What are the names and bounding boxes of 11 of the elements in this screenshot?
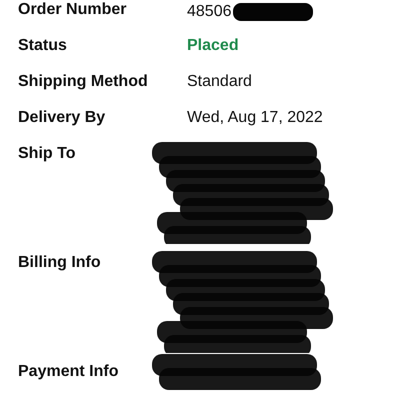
detail-value: Placed <box>187 36 239 56</box>
detail-label: Order Number <box>18 0 126 20</box>
detail-label: Delivery By <box>18 108 106 128</box>
detail-label: Status <box>18 36 67 56</box>
detail-label: Billing Info <box>18 252 101 273</box>
detail-label: Shipping Method <box>18 72 148 92</box>
detail-value: Standard <box>187 72 252 92</box>
detail-value: Wed, Aug 17, 2022 <box>187 108 323 128</box>
detail-label: Ship To <box>18 144 76 164</box>
detail-label: Payment Info <box>18 362 118 382</box>
detail-value: 48506 <box>187 2 232 22</box>
